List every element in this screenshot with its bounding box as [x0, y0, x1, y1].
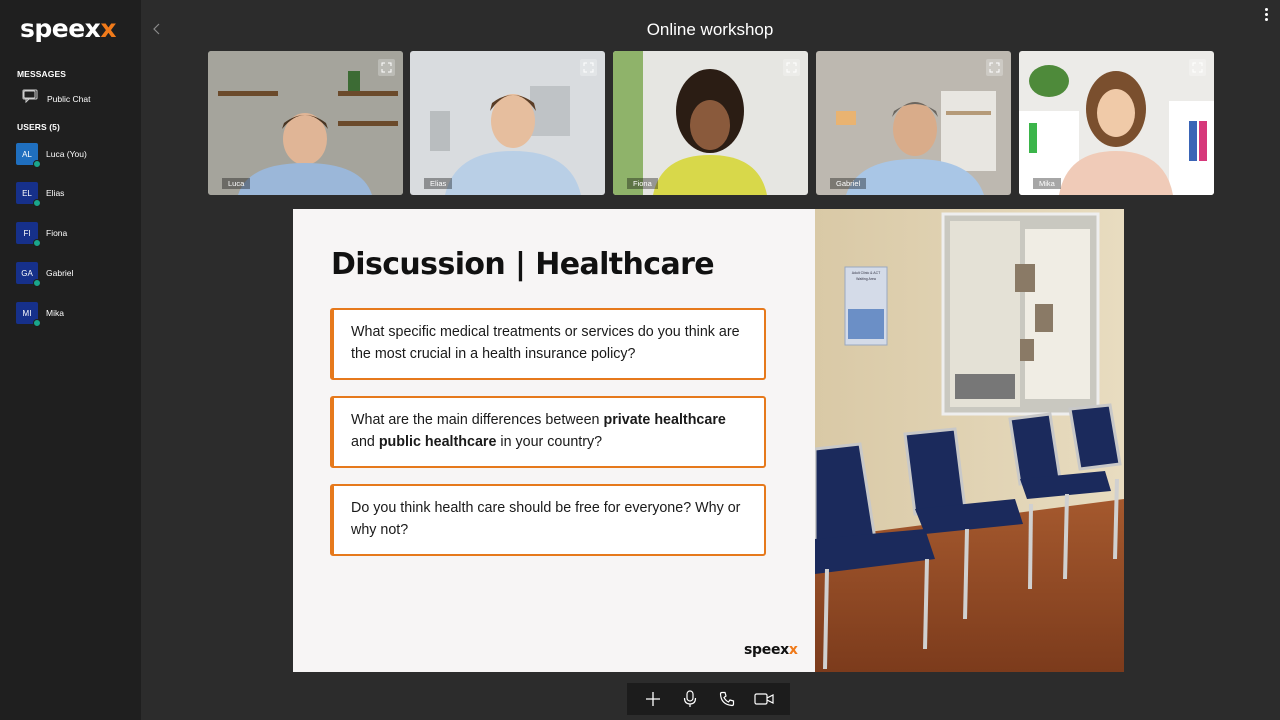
video-feed [816, 51, 1011, 195]
video-feed [208, 51, 403, 195]
participant-name: Elias [424, 178, 453, 189]
avatar: MI [16, 302, 41, 327]
user-item-mika[interactable]: MI Mika [16, 302, 64, 327]
video-feed [410, 51, 605, 195]
online-status-icon [33, 199, 41, 207]
users-heading: USERS (5) [17, 122, 60, 132]
messages-heading: MESSAGES [17, 69, 66, 79]
avatar: AL [16, 143, 41, 168]
participant-name: Gabriel [830, 178, 867, 189]
microphone-icon [684, 690, 697, 707]
video-tile-gabriel[interactable]: Gabriel [816, 51, 1011, 195]
avatar: FI [16, 222, 41, 247]
question-box-2: What are the main differences between pr… [330, 396, 766, 468]
slide-title: Discussion | Healthcare [331, 247, 715, 282]
video-feed [613, 51, 808, 195]
chat-bubble-icon [22, 89, 38, 108]
question-box-1: What specific medical treatments or serv… [330, 308, 766, 380]
user-name: Mika [46, 308, 64, 318]
poster-text: Adult Clinic & ACT [852, 271, 881, 275]
participant-name: Fiona [627, 178, 658, 189]
question-box-3: Do you think health care should be free … [330, 484, 766, 556]
camera-button[interactable] [751, 686, 777, 712]
expand-icon[interactable] [1189, 59, 1206, 76]
user-name: Luca (You) [46, 149, 87, 159]
video-tile-fiona[interactable]: Fiona [613, 51, 808, 195]
phone-icon [719, 691, 734, 707]
avatar: EL [16, 182, 41, 207]
user-name: Elias [46, 188, 65, 198]
slide-content: Discussion | Healthcare What specific me… [293, 209, 815, 672]
expand-icon[interactable] [378, 59, 395, 76]
user-name: Fiona [46, 228, 68, 238]
video-tile-elias[interactable]: Elias [410, 51, 605, 195]
user-item-luca[interactable]: AL Luca (You) [16, 143, 87, 168]
expand-icon[interactable] [783, 59, 800, 76]
online-status-icon [33, 319, 41, 327]
plus-icon [646, 692, 661, 706]
avatar: GA [16, 262, 41, 287]
chevron-left-icon [153, 23, 160, 35]
app-logo: speexx [20, 14, 116, 43]
collapse-sidebar-button[interactable] [153, 22, 161, 40]
participant-name: Mika [1033, 178, 1061, 189]
presentation-slide: Discussion | Healthcare What specific me… [293, 209, 1124, 672]
question-text: What specific medical treatments or serv… [351, 324, 740, 362]
expand-icon[interactable] [580, 59, 597, 76]
waiting-room-photo: Adult Clinic & ACT Waiting Area [815, 209, 1124, 672]
call-button[interactable] [714, 686, 740, 712]
question-text: Do you think health care should be free … [351, 500, 741, 538]
video-tile-mika[interactable]: Mika [1019, 51, 1214, 195]
online-status-icon [33, 239, 41, 247]
sidebar: speexx MESSAGES Public Chat USERS (5) AL… [0, 0, 141, 720]
user-item-fiona[interactable]: FI Fiona [16, 222, 68, 247]
expand-icon[interactable] [986, 59, 1003, 76]
add-button[interactable] [640, 686, 666, 712]
participant-name: Luca [222, 178, 251, 189]
online-status-icon [33, 279, 41, 287]
microphone-button[interactable] [677, 686, 703, 712]
user-name: Gabriel [46, 268, 74, 278]
slide-logo: speexx [744, 642, 798, 658]
public-chat-item[interactable]: Public Chat [22, 89, 90, 108]
public-chat-label: Public Chat [47, 93, 91, 104]
user-item-elias[interactable]: EL Elias [16, 182, 65, 207]
svg-text:Waiting Area: Waiting Area [856, 277, 876, 281]
video-feed [1019, 51, 1214, 195]
meeting-title: Online workshop [646, 20, 774, 39]
video-tile-luca[interactable]: Luca [208, 51, 403, 195]
call-toolbar [627, 683, 790, 715]
more-options-button[interactable] [1265, 8, 1268, 21]
online-status-icon [33, 160, 41, 168]
user-item-gabriel[interactable]: GA Gabriel [16, 262, 74, 287]
camera-icon [754, 693, 774, 705]
kebab-menu-icon [1265, 8, 1268, 11]
